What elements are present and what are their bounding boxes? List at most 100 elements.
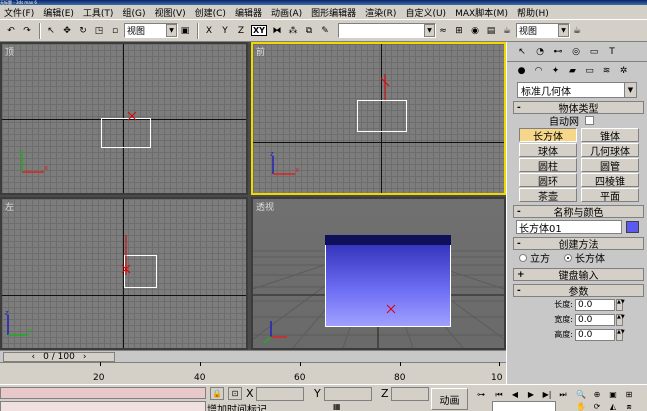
utilities-tab-icon[interactable]: T [603,44,621,60]
cylinder-button[interactable]: 圆柱 [519,158,577,173]
absolute-mode-icon[interactable]: ⊡ [228,387,242,400]
spinner-arrows-icon[interactable]: ▲▼ [616,313,625,326]
track-bar[interactable] [0,362,506,384]
current-frame-field[interactable] [492,401,556,411]
radio-box[interactable]: 长方体 [564,250,605,265]
rollout-parameters[interactable]: - 参数 [513,284,644,298]
quick-render-icon[interactable]: ☕ [500,23,514,39]
radio-cube[interactable]: 立方 [519,250,550,265]
pan-icon[interactable]: ✋ [574,401,588,411]
zoom-all-icon[interactable]: ⊕ [590,389,604,400]
rollout-object-type[interactable]: - 物体类型 [513,101,644,115]
align-icon[interactable]: ⧉ [302,23,316,39]
zoom-icon[interactable]: 🔍 [574,389,588,400]
menu-animation[interactable]: 动画(A) [267,6,307,19]
reference-coord-select[interactable]: 视图 ▼ [124,23,178,38]
shapes-icon[interactable]: ◠ [530,63,547,79]
zoom-extents-all-icon[interactable]: ⊞ [622,389,636,400]
menu-create[interactable]: 创建(C) [191,6,231,19]
animate-button[interactable]: 动画 [431,388,468,410]
time-slider[interactable]: ‹ 0 / 100 › [0,350,506,362]
object-color-swatch[interactable] [626,221,639,233]
menu-file[interactable]: 文件(F) [0,6,39,19]
orbit-icon[interactable]: ⟳ [590,401,604,411]
play-icon[interactable]: ▶ [524,389,538,400]
next-frame-icon[interactable]: ▶| [540,389,554,400]
plane-button[interactable]: 平面 [581,188,639,203]
redo-icon[interactable]: ↷ [20,23,34,39]
time-slider-thumb[interactable]: ‹ 0 / 100 › [3,352,115,362]
grid-icon[interactable]: ▦ [333,402,347,411]
geometry-icon[interactable]: ● [513,63,530,79]
time-slider-right-arrow-icon[interactable]: › [83,352,87,362]
menu-views[interactable]: 视图(V) [150,6,190,19]
geometry-category-select[interactable]: 标准几何体 ▼ [517,82,637,98]
height-spinner[interactable]: 0.0 [575,328,615,341]
viewport-label-left[interactable]: 左 [5,200,14,213]
curve-editor-icon[interactable]: ≈ [436,23,450,39]
hierarchy-tab-icon[interactable]: ⊷ [549,44,567,60]
render-last-icon[interactable]: ☕ [570,23,584,39]
menu-modifiers[interactable]: 编辑器 [231,6,267,19]
box-object-top[interactable] [101,118,151,148]
render-type-select[interactable]: 视图 ▼ [516,23,570,38]
viewport-label-front[interactable]: 前 [256,45,265,58]
length-spinner[interactable]: 0.0 [575,298,615,311]
axis-xy-button[interactable]: XY [250,23,268,39]
scale-icon[interactable]: ◳ [92,23,106,39]
viewport-front[interactable]: 前 z x [251,42,506,195]
create-tab-icon[interactable]: ↖ [513,44,531,60]
pivot-icon[interactable]: ▣ [178,23,192,39]
go-to-end-icon[interactable]: ⏭ [556,389,570,400]
space-warps-icon[interactable]: ≋ [598,63,615,79]
cameras-icon[interactable]: ▰ [564,63,581,79]
axis-x-button[interactable]: X [202,23,216,39]
motion-tab-icon[interactable]: ◎ [567,44,585,60]
viewport-top[interactable]: 顶 y x [0,42,248,195]
rollout-keyboard-entry[interactable]: + 键盘输入 [513,268,644,282]
mirror-icon[interactable]: ⧓ [270,23,284,39]
named-selection-icon[interactable]: ✎ [318,23,332,39]
helpers-icon[interactable]: ▭ [581,63,598,79]
maximize-viewport-icon[interactable]: ⧈ [622,401,636,411]
axis-y-button[interactable]: Y [218,23,232,39]
viewport-left[interactable]: 左 z y [0,197,248,350]
rollout-creation-method[interactable]: - 创建方法 [513,237,644,251]
lights-icon[interactable]: ✦ [547,63,564,79]
spinner-arrows-icon[interactable]: ▲▼ [616,328,625,341]
rollout-name-color[interactable]: - 名称与颜色 [513,205,644,219]
named-selection-set-select[interactable]: ▼ [338,23,436,38]
array-icon[interactable]: ⁂ [286,23,300,39]
schematic-icon[interactable]: ⊞ [452,23,466,39]
systems-icon[interactable]: ✲ [615,63,632,79]
field-of-view-icon[interactable]: ◭ [606,401,620,411]
menu-rendering[interactable]: 渲染(R) [361,6,401,19]
coord-z-field[interactable] [391,387,429,401]
box-button[interactable]: 长方体 [519,128,577,143]
select-object-icon[interactable]: ↖ [44,23,58,39]
sphere-button[interactable]: 球体 [519,143,577,158]
render-scene-icon[interactable]: ▤ [484,23,498,39]
go-to-start-icon[interactable]: ⏮ [492,389,506,400]
geosphere-button[interactable]: 几何球体 [581,143,639,158]
menu-graph-editors[interactable]: 图形编辑器 [307,6,361,19]
teapot-button[interactable]: 茶壶 [519,188,577,203]
zoom-extents-icon[interactable]: ▣ [606,389,620,400]
add-time-tag-button[interactable]: 增加时间标记 [207,401,267,411]
menu-help[interactable]: 帮助(H) [513,6,554,19]
spinner-arrows-icon[interactable]: ▲▼ [616,298,625,311]
menu-tools[interactable]: 工具(T) [79,6,119,19]
viewport-label-top[interactable]: 顶 [5,45,14,58]
time-slider-left-arrow-icon[interactable]: ‹ [32,352,36,362]
menu-customize[interactable]: 自定义(U) [401,6,451,19]
selection-lock-icon[interactable]: 🔒 [210,387,224,400]
scale-uniform-icon[interactable]: ▫ [108,23,122,39]
object-name-field[interactable]: 长方体01 [516,220,622,235]
menu-maxscript[interactable]: MAX脚本(M) [451,6,513,19]
previous-frame-icon[interactable]: ◀ [508,389,522,400]
undo-icon[interactable]: ↶ [4,23,18,39]
rotate-icon[interactable]: ↻ [76,23,90,39]
autogrid-checkbox[interactable] [585,116,594,125]
key-icon[interactable]: ⊶ [474,389,488,400]
menu-group[interactable]: 组(G) [118,6,150,19]
